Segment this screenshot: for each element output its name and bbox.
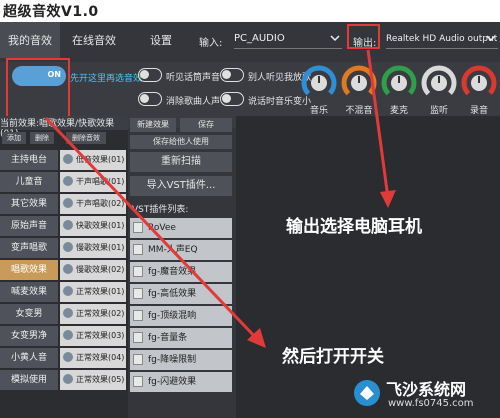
app-window: 我的音效 在线音效 设置 输入: PC_AUDIO 输出: Realtek HD…: [0, 22, 500, 418]
title-bar: 超级音效V1.0: [0, 0, 500, 22]
watermark: 飞沙系统网 www.fs0745.com: [352, 372, 500, 418]
output-tip-text: 输出选择电脑耳机: [286, 217, 422, 237]
watermark-name: 飞沙系统网: [386, 380, 467, 399]
watermark-url: www.fs0745.com: [388, 398, 474, 409]
toggle-tip-text: 然后打开开关: [282, 347, 384, 367]
annotation-arrows: [44, 49, 396, 348]
watermark-logo-icon: [354, 380, 380, 406]
app-title: 超级音效V1.0: [3, 4, 99, 20]
